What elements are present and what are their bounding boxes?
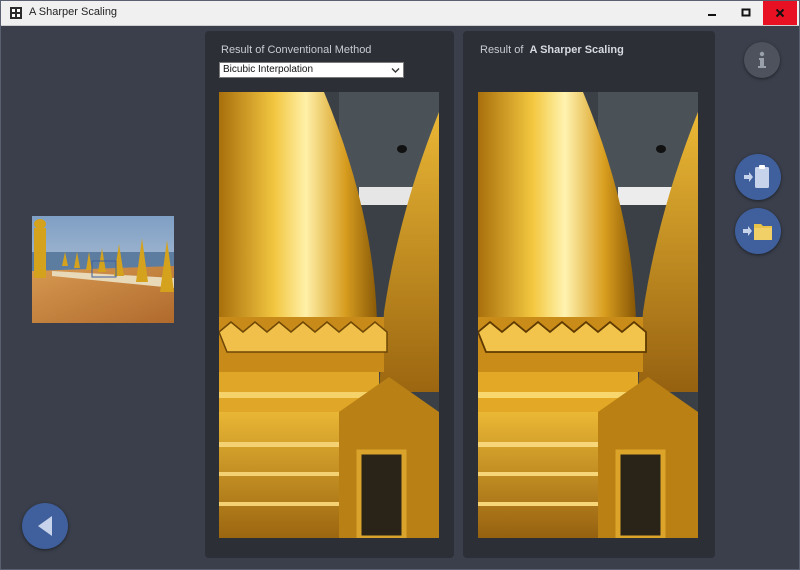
title-bar[interactable]: A Sharper Scaling xyxy=(1,1,799,26)
sharper-scaling-result-image xyxy=(478,92,698,538)
result-of-text: Result of xyxy=(480,44,524,56)
maximize-icon xyxy=(741,8,751,17)
thumbnail-image xyxy=(32,216,174,323)
back-button[interactable] xyxy=(22,503,68,549)
info-icon xyxy=(758,51,766,68)
info-button[interactable] xyxy=(744,42,780,78)
maximize-button[interactable] xyxy=(729,1,763,25)
open-file-button[interactable] xyxy=(735,208,781,254)
paste-clipboard-icon xyxy=(744,165,769,188)
interpolation-method-select[interactable]: Bicubic Interpolation xyxy=(219,62,404,78)
close-icon xyxy=(775,8,785,18)
conventional-result-panel: Result of Conventional Method Bicubic In… xyxy=(205,31,454,558)
paste-button[interactable] xyxy=(735,154,781,200)
minimize-button[interactable] xyxy=(695,1,729,25)
app-icon xyxy=(9,6,23,20)
source-thumbnail[interactable] xyxy=(32,216,174,323)
close-button[interactable] xyxy=(763,1,797,25)
conventional-result-image xyxy=(219,92,439,538)
interpolation-method-value: Bicubic Interpolation xyxy=(223,64,314,75)
sharper-scaling-result-panel: Result of A Sharper Scaling xyxy=(463,31,715,558)
minimize-icon xyxy=(708,14,716,16)
chevron-down-icon xyxy=(391,66,400,78)
app-window: A Sharper Scaling Result of Conventional… xyxy=(0,0,800,570)
brand-name: A Sharper Scaling xyxy=(529,44,624,56)
window-title: A Sharper Scaling xyxy=(29,6,118,18)
conventional-result-label: Result of Conventional Method xyxy=(221,44,372,56)
open-folder-icon xyxy=(743,224,772,240)
back-arrow-icon xyxy=(38,516,52,536)
sharper-scaling-result-label: Result of A Sharper Scaling xyxy=(480,44,624,56)
